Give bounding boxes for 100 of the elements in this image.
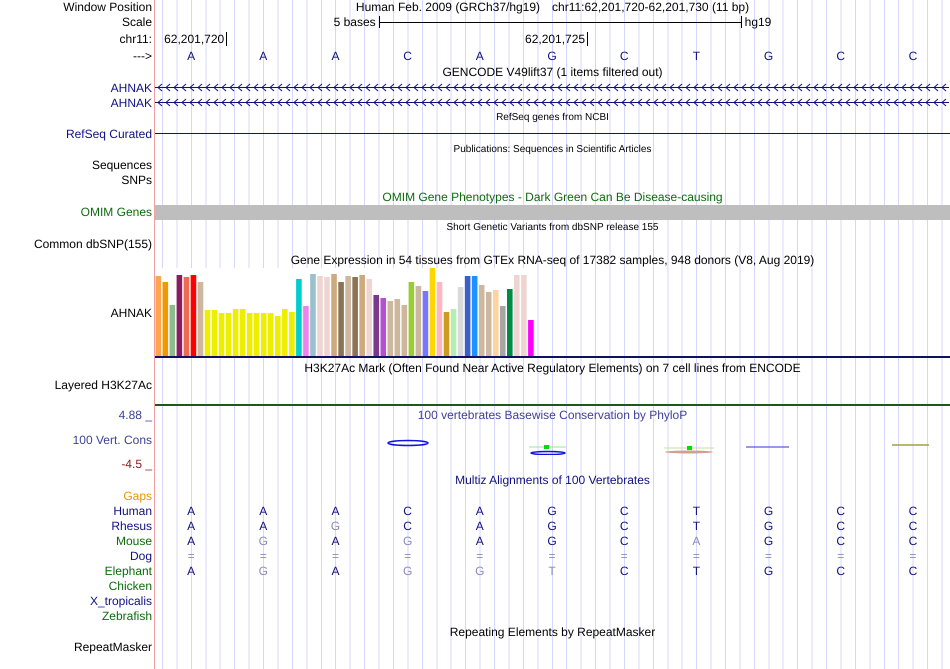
aligned-base: A	[331, 504, 340, 518]
species-label: Rhesus	[111, 518, 152, 532]
scale-assembly: hg19	[744, 15, 772, 29]
base-letter: C	[403, 48, 412, 62]
aligned-base: A	[187, 564, 196, 578]
aligned-base: =	[476, 548, 484, 562]
aligned-base: G	[258, 534, 268, 548]
aligned-base: C	[908, 504, 918, 518]
base-letter: G	[764, 48, 774, 62]
aligned-base: C	[836, 518, 846, 532]
base-letter: A	[259, 48, 268, 62]
aligned-base: A	[476, 518, 484, 532]
aligned-base: A	[187, 504, 196, 518]
aligned-base: A	[476, 504, 484, 518]
aligned-base: G	[475, 564, 484, 578]
axis-max-label: 4.88 _	[118, 408, 152, 422]
species-label: Chicken	[108, 578, 152, 592]
chromosome-label: chr11:	[120, 32, 152, 46]
aligned-base: G	[547, 518, 557, 532]
aligned-base: C	[620, 564, 628, 578]
aligned-base: G	[764, 504, 774, 518]
track-title: H3K27Ac Mark (Often Found Near Active Regulatory Elements) on 7 cell lines from ENCODE	[304, 361, 801, 375]
position-range: chr11:62,201,720-62,201,730 (11 bp)	[552, 0, 750, 14]
track-title: Short Genetic Variants from dbSNP release 155	[446, 222, 658, 234]
track-label: SNPs	[121, 173, 152, 187]
aligned-base: A	[476, 534, 484, 548]
aligned-base: G	[764, 534, 774, 548]
species-label: Mouse	[116, 534, 152, 548]
track-title: 100 vertebrates Basewise Conservation by PhyloP	[418, 408, 688, 422]
track-title: Gene Expression in 54 tissues from GTEx RNA-seq of 17382 samples, 948 donors (V8, Aug 2019)	[290, 253, 814, 267]
species-label: Zebrafish	[102, 608, 152, 622]
aligned-base: =	[837, 548, 844, 562]
track-title: Publications: Sequences in Scientific Articles	[454, 144, 652, 156]
aligned-base: A	[187, 534, 196, 548]
aligned-base: C	[836, 564, 846, 578]
aligned-base: C	[620, 504, 628, 518]
base-letter: C	[836, 48, 846, 62]
species-label: Human	[113, 504, 152, 518]
aligned-base: C	[908, 518, 918, 532]
aligned-base: G	[764, 564, 774, 578]
aligned-base: T	[692, 564, 700, 578]
aligned-base: A	[692, 534, 700, 548]
aligned-base: A	[259, 518, 268, 532]
track-label: Layered H3K27Ac	[54, 378, 152, 392]
track-label: RepeatMasker	[74, 640, 152, 654]
aligned-base: G	[402, 534, 412, 548]
aligned-base: =	[260, 548, 267, 562]
base-letter: A	[331, 48, 340, 62]
aligned-base: C	[836, 504, 846, 518]
aligned-base: =	[404, 548, 412, 562]
track-label: Scale	[122, 15, 152, 29]
track-label: 100 Vert. Cons	[72, 433, 152, 447]
gene-label: AHNAK	[110, 306, 152, 320]
track-label: OMIM Genes	[80, 205, 152, 219]
strand-label: --->	[133, 48, 152, 62]
species-label: Elephant	[104, 564, 152, 578]
track-title: GENCODE V49lift37 (1 items filtered out)	[442, 65, 663, 79]
aligned-base: =	[909, 548, 916, 562]
track-label: Sequences	[92, 158, 152, 172]
gene-label: AHNAK	[110, 80, 152, 94]
base-letter: A	[187, 48, 196, 62]
scale-length: 5 bases	[334, 15, 376, 29]
aligned-base: =	[188, 548, 195, 562]
aligned-base: G	[547, 534, 557, 548]
aligned-base: A	[331, 564, 340, 578]
base-letter: A	[476, 48, 484, 62]
track-title: OMIM Gene Phenotypes - Dark Green Can Be Disease-causing	[382, 190, 723, 204]
aligned-base: C	[836, 534, 846, 548]
aligned-base: =	[620, 548, 628, 562]
aligned-base: T	[692, 504, 700, 518]
aligned-base: C	[403, 504, 412, 518]
aligned-base: =	[548, 548, 556, 562]
track-title: Multiz Alignments of 100 Vertebrates	[455, 473, 650, 487]
aligned-base: A	[331, 534, 340, 548]
gaps-label: Gaps	[123, 488, 152, 502]
coordinate-tick: 62,201,720	[164, 32, 228, 46]
aligned-base: C	[908, 534, 918, 548]
track-label: Common dbSNP(155)	[34, 237, 152, 251]
base-letter: C	[908, 48, 918, 62]
species-label: X_tropicalis	[90, 594, 152, 608]
base-letter: C	[620, 48, 628, 62]
axis-min-label: -4.5 _	[121, 457, 152, 471]
aligned-base: T	[692, 518, 700, 532]
aligned-base: A	[187, 518, 196, 532]
aligned-base: G	[764, 518, 774, 532]
aligned-base: =	[692, 548, 700, 562]
base-letter: T	[692, 48, 700, 62]
aligned-base: C	[908, 564, 918, 578]
aligned-base: G	[258, 564, 268, 578]
base-letter: G	[547, 48, 557, 62]
aligned-base: C	[620, 534, 628, 548]
assembly-title: Human Feb. 2009 (GRCh37/hg19)	[356, 0, 540, 14]
aligned-base: =	[332, 548, 339, 562]
aligned-base: T	[548, 564, 556, 578]
aligned-base: =	[765, 548, 772, 562]
track-title: RefSeq genes from NCBI	[496, 112, 609, 124]
species-label: Dog	[130, 548, 152, 562]
aligned-base: G	[547, 504, 557, 518]
gene-label: AHNAK	[110, 96, 152, 110]
track-title: Repeating Elements by RepeatMasker	[450, 624, 656, 638]
